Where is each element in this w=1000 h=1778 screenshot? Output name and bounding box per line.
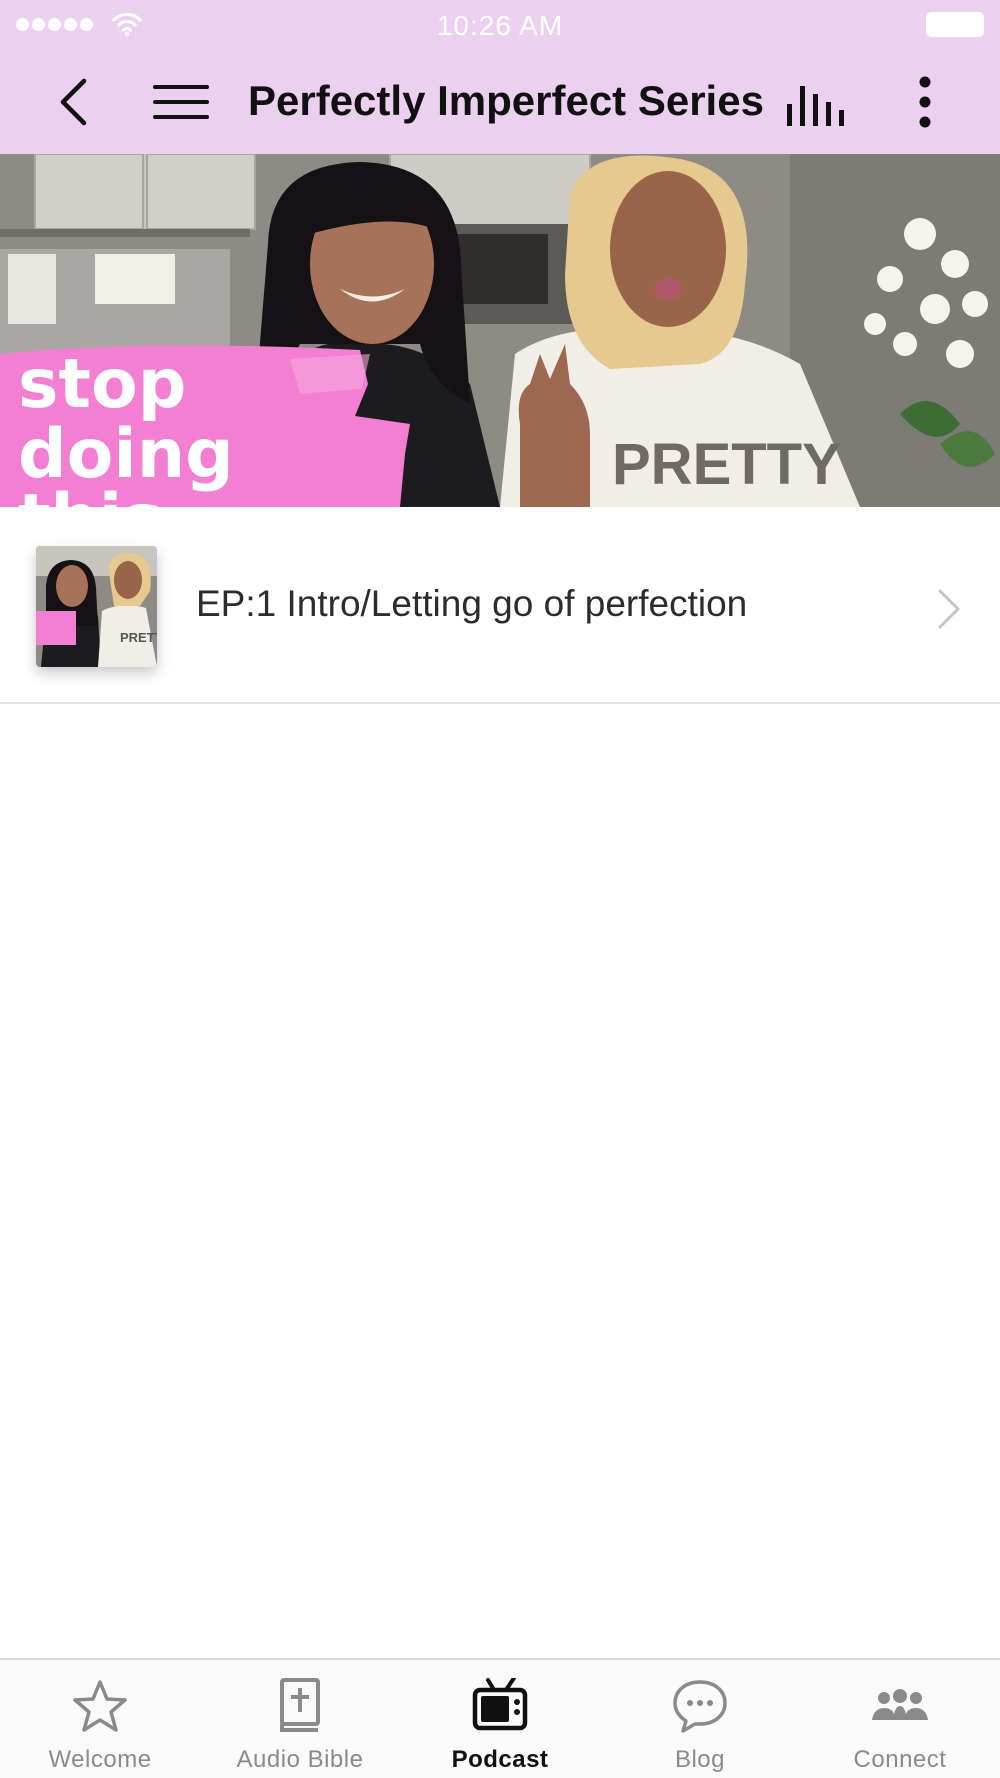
podcast-screen: 10:26 AM Perfectly Imperfect Series PRET… xyxy=(0,0,1000,1778)
tab-podcast[interactable]: Podcast xyxy=(400,1660,600,1778)
audio-player-button[interactable] xyxy=(784,76,848,132)
banner-photo: PRETTY stop doing this xyxy=(0,154,1000,507)
episode-title: EP:1 Intro/Letting go of perfection xyxy=(196,583,748,624)
bible-icon xyxy=(280,1678,320,1732)
tab-welcome[interactable]: Welcome xyxy=(0,1660,200,1778)
audio-bars-icon xyxy=(787,86,844,126)
svg-text:PRETT: PRETT xyxy=(120,630,157,645)
tab-label: Podcast xyxy=(451,1746,549,1773)
chevron-right-icon xyxy=(938,589,960,629)
episode-list-item[interactable]: PRETT EP:1 Intro/Letting go of perfectio… xyxy=(0,507,1000,704)
banner-text-line-3: this xyxy=(18,480,163,507)
tv-icon xyxy=(472,1678,528,1731)
tab-blog[interactable]: Blog xyxy=(600,1660,800,1778)
series-banner-image: PRETTY stop doing this xyxy=(0,154,1000,507)
tab-label: Audio Bible xyxy=(236,1746,364,1773)
battery-icon xyxy=(926,12,984,37)
chevron-left-icon xyxy=(60,78,87,126)
more-vertical-icon xyxy=(919,76,931,128)
status-bar: 10:26 AM xyxy=(0,0,1000,50)
hamburger-menu-icon xyxy=(153,85,209,119)
status-time: 10:26 AM xyxy=(436,10,564,41)
bottom-tab-bar: Welcome Audio Bible Podcast Blog Connect xyxy=(0,1658,1000,1778)
group-icon xyxy=(872,1689,928,1720)
shirt-text: PRETTY xyxy=(612,432,841,497)
star-icon xyxy=(73,1680,127,1732)
back-button[interactable] xyxy=(48,72,98,132)
tab-connect[interactable]: Connect xyxy=(800,1660,1000,1778)
episode-thumbnail: PRETT xyxy=(36,546,157,667)
chat-bubble-icon xyxy=(673,1680,727,1733)
tab-label: Welcome xyxy=(48,1746,152,1773)
menu-button[interactable] xyxy=(150,72,212,132)
banner-text-line-1: stop xyxy=(18,345,186,424)
tab-label: Blog xyxy=(674,1746,726,1773)
tab-audio-bible[interactable]: Audio Bible xyxy=(200,1660,400,1778)
more-options-button[interactable] xyxy=(900,70,950,134)
navigation-bar: Perfectly Imperfect Series xyxy=(0,50,1000,154)
tab-label: Connect xyxy=(853,1746,947,1773)
page-title: Perfectly Imperfect Series xyxy=(248,77,764,124)
